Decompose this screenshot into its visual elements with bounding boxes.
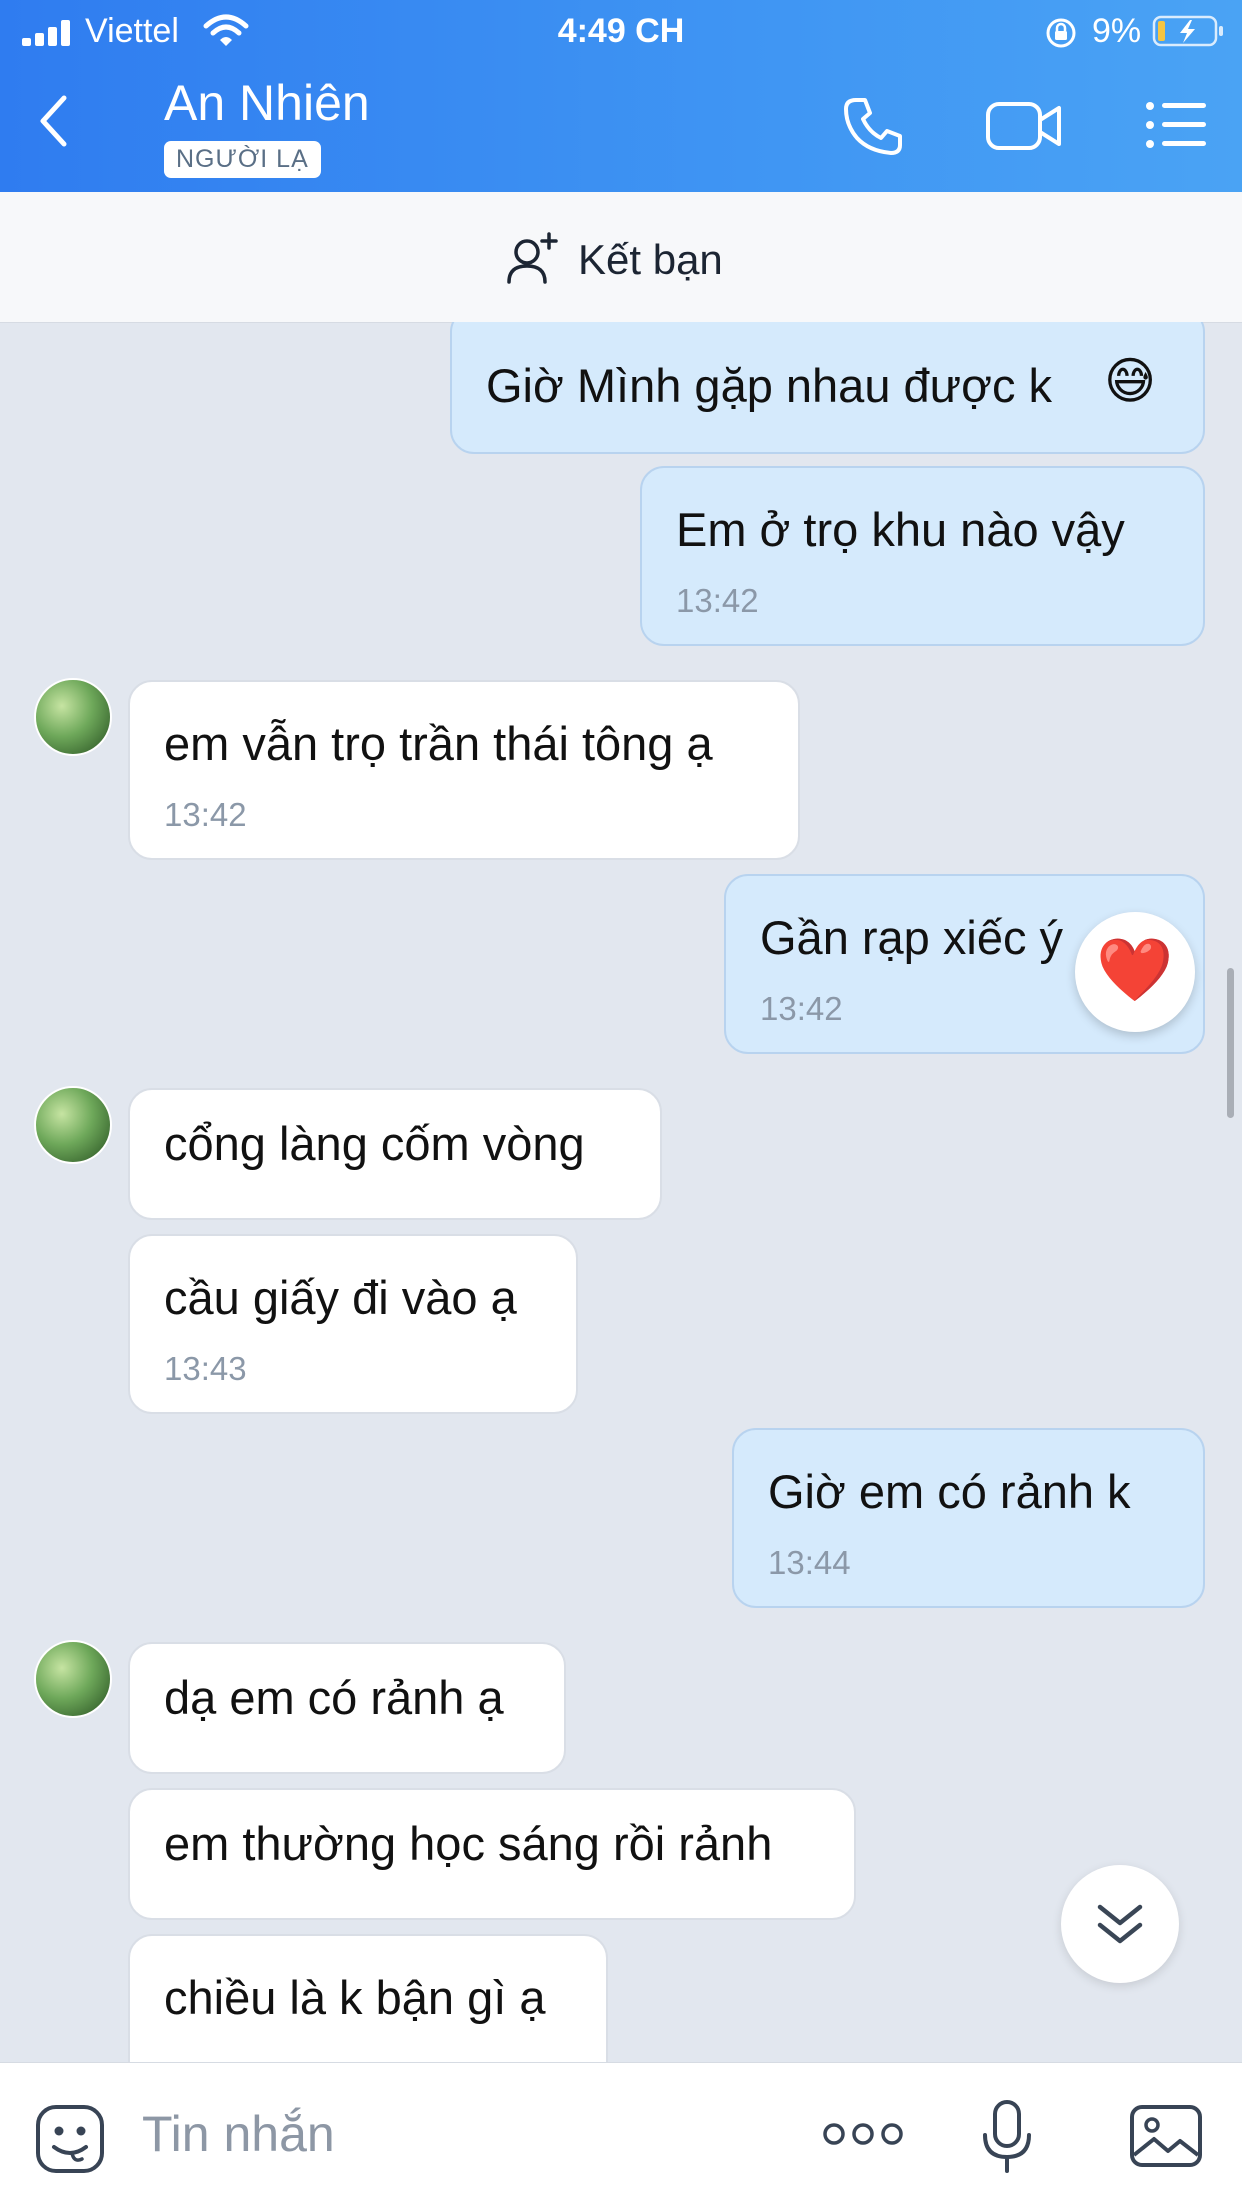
chat-scrollbar[interactable] [1227, 968, 1234, 1118]
stranger-badge: NGƯỜI LẠ [164, 141, 321, 178]
battery-icon [1152, 15, 1223, 47]
message-text: cầu giấy đi vào ạ [164, 1271, 517, 1324]
video-call-icon[interactable] [985, 100, 1063, 152]
message-bubble-outgoing[interactable]: Em ở trọ khu nào vậy 13:42 [640, 466, 1205, 646]
microphone-icon[interactable] [980, 2099, 1034, 2175]
message-text: em vẫn trọ trần thái tông ạ [164, 717, 713, 770]
add-friend-bar: Kết bạn [0, 192, 1242, 323]
message-time: 13:42 [676, 582, 759, 619]
message-text: Em ở trọ khu nào vậy [676, 503, 1125, 556]
message-bubble-incoming[interactable]: em thường học sáng rồi rảnh [128, 1788, 856, 1920]
scroll-to-bottom-button[interactable] [1061, 1865, 1179, 1983]
double-chevron-down-icon [1097, 1904, 1143, 1944]
more-options-icon[interactable] [822, 2121, 904, 2147]
add-friend-label: Kết bạn [578, 236, 723, 283]
add-friend-icon [507, 232, 558, 284]
message-bubble-outgoing[interactable]: Giờ em có rảnh k 13:44 [732, 1428, 1205, 1608]
message-bubble-incoming[interactable]: cổng làng cốm vòng [128, 1088, 662, 1220]
message-bubble-incoming[interactable]: dạ em có rảnh ạ [128, 1642, 566, 1774]
message-composer [0, 2062, 1242, 2209]
grinning-sweat-emoji: 😅 [1104, 353, 1157, 409]
message-bubble-incoming[interactable]: cầu giấy đi vào ạ 13:43 [128, 1234, 578, 1414]
heart-reaction-icon: ❤️ [1096, 936, 1174, 1005]
contact-avatar[interactable] [34, 1086, 112, 1164]
contact-name[interactable]: An Nhiên [164, 74, 370, 132]
reaction-badge[interactable]: ❤️ [1075, 912, 1195, 1032]
sticker-emoji-icon[interactable] [34, 2103, 106, 2175]
message-text: dạ em có rảnh ạ [164, 1671, 504, 1724]
message-time: 13:42 [164, 796, 247, 833]
message-bubble-incoming[interactable]: chiều là k bận gì ạ [128, 1934, 608, 2062]
message-time: 13:44 [768, 1544, 851, 1581]
chat-header: Viettel 4:49 CH 9% An Nhiên NGƯỜI LẠ [0, 0, 1242, 192]
message-text: em thường học sáng rồi rảnh [164, 1817, 773, 1870]
message-time: 13:43 [164, 1350, 247, 1387]
menu-list-icon[interactable] [1144, 100, 1208, 150]
battery-percent: 9% [1092, 12, 1142, 50]
back-arrow-icon[interactable] [38, 94, 68, 148]
message-text: Giờ em có rảnh k [768, 1465, 1131, 1518]
rotation-lock-icon [1046, 18, 1076, 48]
contact-avatar[interactable] [34, 678, 112, 756]
message-text: Giờ Mình gặp nhau được k [486, 359, 1052, 412]
message-text: cổng làng cốm vòng [164, 1117, 585, 1170]
message-time: 13:42 [760, 990, 843, 1027]
contact-avatar[interactable] [34, 1640, 112, 1718]
message-input[interactable] [140, 2097, 744, 2171]
phone-call-icon[interactable] [842, 96, 904, 158]
message-list[interactable]: Giờ Mình gặp nhau được k 😅 Em ở trọ khu … [0, 322, 1242, 2062]
message-bubble-incoming[interactable]: em vẫn trọ trần thái tông ạ 13:42 [128, 680, 800, 860]
image-gallery-icon[interactable] [1128, 2103, 1204, 2169]
status-bar: Viettel 4:49 CH 9% [0, 0, 1242, 64]
message-bubble-outgoing[interactable]: Giờ Mình gặp nhau được k 😅 [450, 322, 1205, 454]
message-text: Gần rạp xiếc ý [760, 911, 1064, 964]
message-text: chiều là k bận gì ạ [164, 1971, 546, 2024]
